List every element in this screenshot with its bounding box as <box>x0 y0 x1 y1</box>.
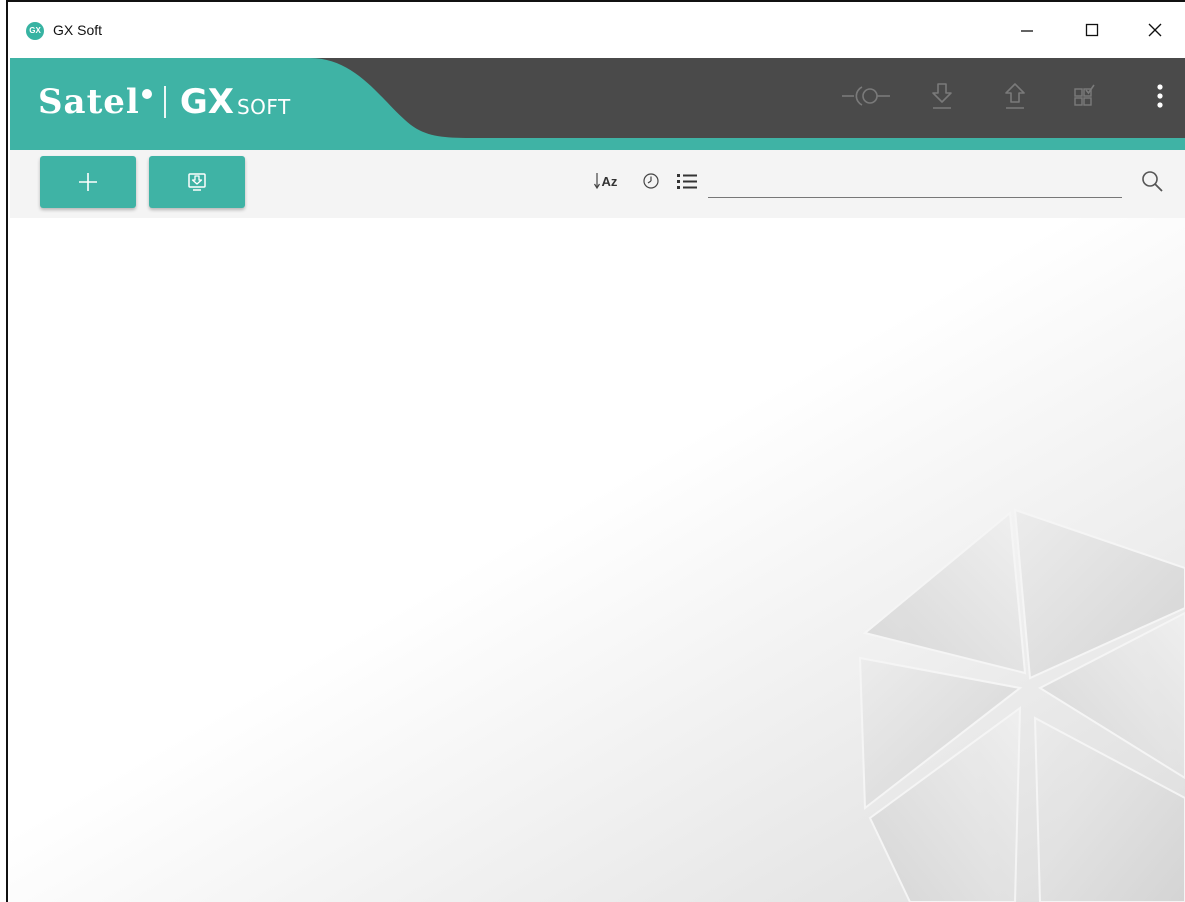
sort-alphabetical-button[interactable]: Az <box>588 168 622 194</box>
import-icon <box>188 173 206 191</box>
search-button[interactable] <box>1135 168 1169 194</box>
upload-icon <box>1005 83 1025 109</box>
search-input[interactable] <box>708 164 1122 198</box>
modules-button[interactable] <box>1065 76 1105 116</box>
window-title: GX Soft <box>53 22 103 38</box>
sort-label: Az <box>601 173 618 189</box>
toolbar: Az <box>10 150 1185 218</box>
app-icon: GX <box>26 22 44 40</box>
app-header: Satel GX SOFT <box>10 58 1185 150</box>
decorative-background <box>10 218 1185 902</box>
window-left-border <box>0 0 8 902</box>
more-menu-button[interactable] <box>1140 76 1180 116</box>
connect-icon <box>842 86 890 106</box>
import-system-button[interactable] <box>149 156 245 208</box>
list-view-button[interactable] <box>674 168 700 194</box>
clock-icon <box>643 173 659 189</box>
sort-by-date-button[interactable] <box>640 168 662 194</box>
add-system-button[interactable] <box>40 156 136 208</box>
logo-product: GX <box>179 82 234 122</box>
minimize-icon <box>1021 30 1033 32</box>
sort-arrow-icon <box>593 173 600 190</box>
logo-product-suffix: SOFT <box>236 95 291 119</box>
maximize-button[interactable] <box>1060 8 1124 52</box>
list-icon <box>677 174 697 189</box>
close-button[interactable] <box>1123 8 1185 52</box>
download-icon <box>932 83 952 109</box>
modules-icon <box>1074 84 1095 106</box>
search-icon <box>1142 171 1163 192</box>
minimize-button[interactable] <box>995 8 1059 52</box>
write-data-button[interactable] <box>995 76 1035 116</box>
more-menu-icon <box>1157 84 1163 108</box>
connect-button[interactable] <box>840 76 896 116</box>
read-data-button[interactable] <box>922 76 962 116</box>
plus-icon <box>79 173 97 191</box>
logo-brand: Satel <box>38 82 140 122</box>
title-bar: GX GX Soft <box>10 2 1185 58</box>
satel-gxsoft-logo: Satel GX SOFT <box>38 82 291 122</box>
main-content <box>10 218 1185 902</box>
logo-separator <box>163 86 166 118</box>
logo-registered-mark <box>141 89 152 99</box>
close-icon <box>1148 23 1162 37</box>
maximize-icon <box>1085 23 1099 37</box>
